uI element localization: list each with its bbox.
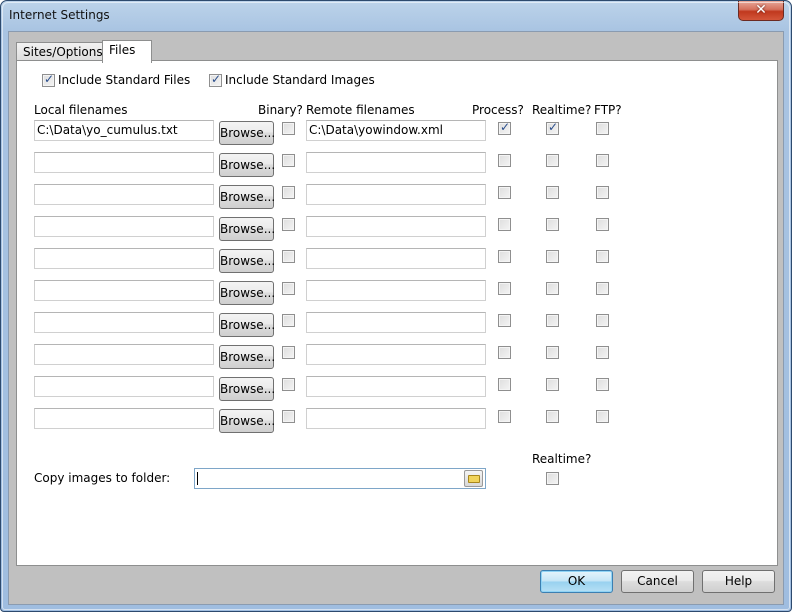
browse-button[interactable]: Browse...	[219, 185, 275, 209]
process-checkbox[interactable]	[498, 410, 511, 423]
browse-button[interactable]: Browse...	[219, 153, 275, 177]
local-filename-input[interactable]	[34, 152, 214, 173]
binary-checkbox[interactable]	[282, 282, 295, 295]
process-checkbox[interactable]	[498, 250, 511, 263]
copy-images-label: Copy images to folder:	[34, 471, 171, 485]
browse-folder-button[interactable]	[464, 470, 483, 487]
local-filename-input[interactable]	[34, 280, 214, 301]
ftp-header: FTP?	[594, 103, 622, 117]
local-filenames-header: Local filenames	[34, 103, 128, 117]
process-checkbox[interactable]	[498, 186, 511, 199]
realtime-checkbox[interactable]	[546, 282, 559, 295]
binary-checkbox[interactable]	[282, 218, 295, 231]
remote-filename-input[interactable]	[306, 216, 486, 237]
copy-images-folder-input[interactable]	[194, 468, 486, 489]
remote-filename-input[interactable]	[306, 344, 486, 365]
remote-filename-input[interactable]	[306, 248, 486, 269]
browse-button[interactable]: Browse...	[219, 345, 275, 369]
help-button[interactable]: Help	[702, 570, 775, 593]
window-title: Internet Settings	[9, 8, 110, 22]
close-icon: ✕	[755, 2, 767, 18]
process-checkbox[interactable]	[498, 378, 511, 391]
binary-checkbox[interactable]	[282, 122, 295, 135]
ftp-checkbox[interactable]	[596, 378, 609, 391]
local-filename-input[interactable]	[34, 376, 214, 397]
browse-button[interactable]: Browse...	[219, 409, 275, 433]
binary-checkbox[interactable]	[282, 154, 295, 167]
binary-checkbox[interactable]	[282, 250, 295, 263]
folder-icon	[468, 475, 480, 483]
include-standard-files-label: Include Standard Files	[58, 73, 191, 87]
remote-filename-input[interactable]: C:\Data\yowindow.xml	[306, 120, 486, 141]
files-panel: Include Standard Files Include Standard …	[16, 60, 778, 566]
local-filename-input[interactable]	[34, 184, 214, 205]
internet-settings-window: Internet Settings ✕ Sites/Options Files …	[0, 0, 792, 612]
local-filename-input[interactable]	[34, 408, 214, 429]
browse-button[interactable]: Browse...	[219, 121, 275, 145]
process-checkbox[interactable]	[498, 154, 511, 167]
ftp-checkbox[interactable]	[596, 410, 609, 423]
local-filename-input[interactable]	[34, 344, 214, 365]
include-standard-images-label: Include Standard Images	[225, 73, 375, 87]
binary-checkbox[interactable]	[282, 378, 295, 391]
realtime-checkbox[interactable]	[546, 250, 559, 263]
browse-button[interactable]: Browse...	[219, 281, 275, 305]
local-filename-input[interactable]: C:\Data\yo_cumulus.txt	[34, 120, 214, 141]
copy-realtime-label: Realtime?	[532, 452, 592, 466]
copy-images-realtime-checkbox[interactable]	[546, 472, 559, 485]
binary-checkbox[interactable]	[282, 314, 295, 327]
browse-button[interactable]: Browse...	[219, 249, 275, 273]
tab-files[interactable]: Files	[102, 40, 152, 63]
close-button[interactable]: ✕	[738, 1, 784, 21]
ftp-checkbox[interactable]	[596, 250, 609, 263]
browse-button[interactable]: Browse...	[219, 377, 275, 401]
realtime-checkbox[interactable]	[546, 186, 559, 199]
text-cursor	[197, 472, 198, 485]
process-checkbox[interactable]	[498, 218, 511, 231]
ftp-checkbox[interactable]	[596, 186, 609, 199]
process-checkbox[interactable]	[498, 282, 511, 295]
realtime-checkbox[interactable]	[546, 378, 559, 391]
tab-sites-options[interactable]: Sites/Options	[16, 42, 103, 62]
realtime-checkbox[interactable]	[546, 218, 559, 231]
ftp-checkbox[interactable]	[596, 154, 609, 167]
remote-filename-input[interactable]	[306, 152, 486, 173]
local-filename-input[interactable]	[34, 216, 214, 237]
browse-button[interactable]: Browse...	[219, 217, 275, 241]
local-filename-input[interactable]	[34, 248, 214, 269]
remote-filename-input[interactable]	[306, 184, 486, 205]
realtime-checkbox[interactable]	[546, 154, 559, 167]
remote-filename-input[interactable]	[306, 376, 486, 397]
binary-checkbox[interactable]	[282, 410, 295, 423]
process-checkbox[interactable]	[498, 120, 511, 135]
binary-header: Binary?	[258, 103, 303, 117]
realtime-header: Realtime?	[532, 103, 592, 117]
remote-filename-input[interactable]	[306, 408, 486, 429]
ftp-checkbox[interactable]	[596, 346, 609, 359]
ftp-checkbox[interactable]	[596, 122, 609, 135]
browse-button[interactable]: Browse...	[219, 313, 275, 337]
realtime-checkbox[interactable]	[546, 120, 559, 135]
local-filename-input[interactable]	[34, 312, 214, 333]
remote-filename-input[interactable]	[306, 280, 486, 301]
cancel-button[interactable]: Cancel	[621, 570, 694, 593]
include-standard-images-checkbox[interactable]	[209, 72, 222, 87]
realtime-checkbox[interactable]	[546, 410, 559, 423]
process-checkbox[interactable]	[498, 314, 511, 327]
remote-filename-input[interactable]	[306, 312, 486, 333]
realtime-checkbox[interactable]	[546, 314, 559, 327]
ftp-checkbox[interactable]	[596, 218, 609, 231]
process-checkbox[interactable]	[498, 346, 511, 359]
ftp-checkbox[interactable]	[596, 314, 609, 327]
process-header: Process?	[472, 103, 524, 117]
ok-button[interactable]: OK	[540, 570, 613, 593]
dialog-client: Sites/Options Files Include Standard Fil…	[8, 31, 784, 605]
binary-checkbox[interactable]	[282, 346, 295, 359]
include-standard-files-checkbox[interactable]	[42, 72, 55, 87]
remote-filenames-header: Remote filenames	[306, 103, 415, 117]
realtime-checkbox[interactable]	[546, 346, 559, 359]
ftp-checkbox[interactable]	[596, 282, 609, 295]
binary-checkbox[interactable]	[282, 186, 295, 199]
